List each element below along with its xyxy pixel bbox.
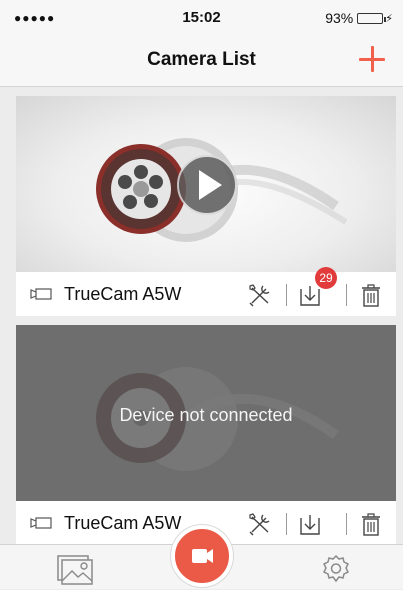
camera-preview[interactable]: Device not connected: [16, 325, 396, 501]
record-video-icon: [192, 549, 213, 563]
delete-button[interactable]: [357, 281, 385, 309]
gallery-icon: [57, 555, 93, 585]
tools-icon: [249, 284, 270, 307]
download-count-badge: 29: [315, 267, 337, 289]
trash-icon: [362, 284, 380, 307]
page-title: Camera List: [147, 49, 256, 70]
download-button[interactable]: [296, 510, 324, 538]
device-status-message: Device not connected: [119, 405, 293, 425]
video-camera-icon: [30, 517, 52, 529]
camera-card: TrueCam A5W 29: [16, 96, 396, 316]
delete-button[interactable]: [357, 510, 385, 538]
settings-tab[interactable]: [318, 553, 354, 585]
camera-settings-button[interactable]: [246, 510, 274, 538]
navigation-bar: Camera List: [0, 34, 403, 87]
download-icon: [300, 515, 320, 535]
status-bar: ●●●●● 15:02 93% ⚡: [0, 0, 403, 34]
battery-indicator: 93% ⚡: [325, 10, 393, 26]
add-camera-button[interactable]: [357, 44, 387, 74]
settings-gear-icon: [322, 554, 350, 583]
camera-card: Device not connected TrueCam A5W: [16, 325, 396, 545]
record-video-button[interactable]: [171, 525, 233, 587]
divider: [346, 284, 347, 306]
battery-percentage: 93%: [325, 10, 354, 26]
camera-card-footer: TrueCam A5W 29: [16, 267, 396, 316]
divider: [286, 513, 287, 535]
camera-name: TrueCam A5W: [64, 513, 182, 533]
charging-icon: ⚡: [385, 12, 393, 25]
video-camera-icon: [30, 288, 52, 300]
divider: [286, 284, 287, 306]
camera-name: TrueCam A5W: [64, 284, 182, 304]
gallery-tab[interactable]: [54, 553, 94, 585]
trash-icon: [362, 513, 380, 536]
play-icon[interactable]: [177, 155, 237, 215]
battery-icon: [357, 12, 387, 24]
camera-settings-button[interactable]: [246, 281, 274, 309]
film-reel-image: [96, 138, 348, 242]
tools-icon: [249, 513, 270, 536]
camera-preview[interactable]: [16, 96, 396, 272]
divider: [346, 513, 347, 535]
